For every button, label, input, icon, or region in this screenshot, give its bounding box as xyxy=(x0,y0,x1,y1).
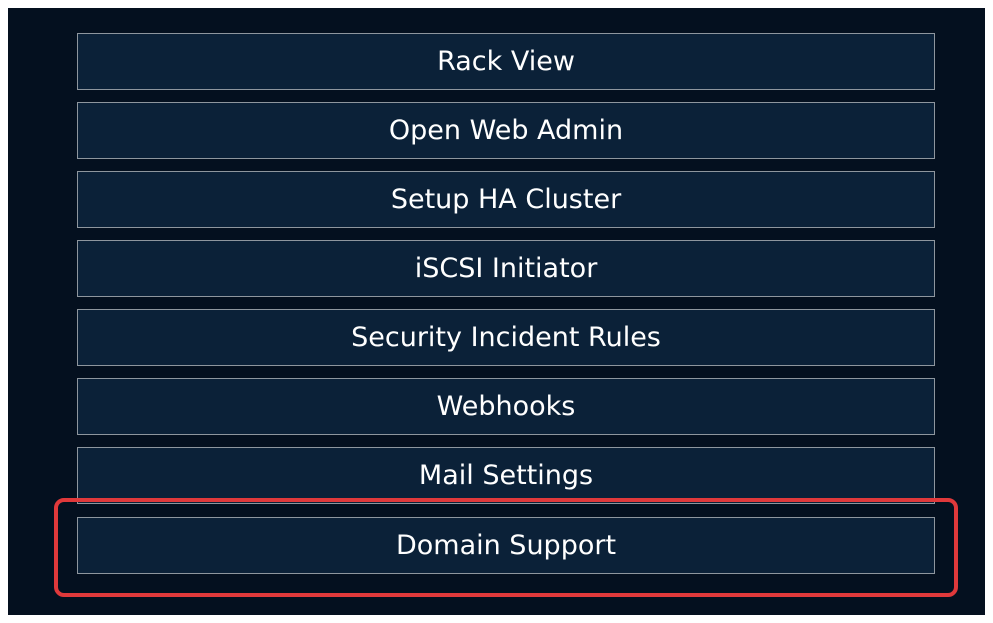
iscsi-initiator-label: iSCSI Initiator xyxy=(414,253,598,284)
rack-view-button[interactable]: Rack View xyxy=(77,33,935,90)
open-web-admin-label: Open Web Admin xyxy=(388,115,624,146)
mail-settings-label: Mail Settings xyxy=(418,460,594,491)
mail-settings-button[interactable]: Mail Settings xyxy=(77,447,935,504)
security-incident-rules-label: Security Incident Rules xyxy=(351,322,661,353)
webhooks-button[interactable]: Webhooks xyxy=(77,378,935,435)
open-web-admin-button[interactable]: Open Web Admin xyxy=(77,102,935,159)
iscsi-initiator-button[interactable]: iSCSI Initiator xyxy=(77,240,935,297)
webhooks-label: Webhooks xyxy=(436,391,576,422)
setup-ha-cluster-button[interactable]: Setup HA Cluster xyxy=(77,171,935,228)
menu-panel: Rack View Open Web Admin Setup HA Cluste… xyxy=(8,8,985,615)
domain-support-button[interactable]: Domain Support xyxy=(77,517,935,574)
setup-ha-cluster-label: Setup HA Cluster xyxy=(390,184,622,215)
security-incident-rules-button[interactable]: Security Incident Rules xyxy=(77,309,935,366)
domain-support-label: Domain Support xyxy=(395,530,617,561)
rack-view-label: Rack View xyxy=(437,46,575,77)
